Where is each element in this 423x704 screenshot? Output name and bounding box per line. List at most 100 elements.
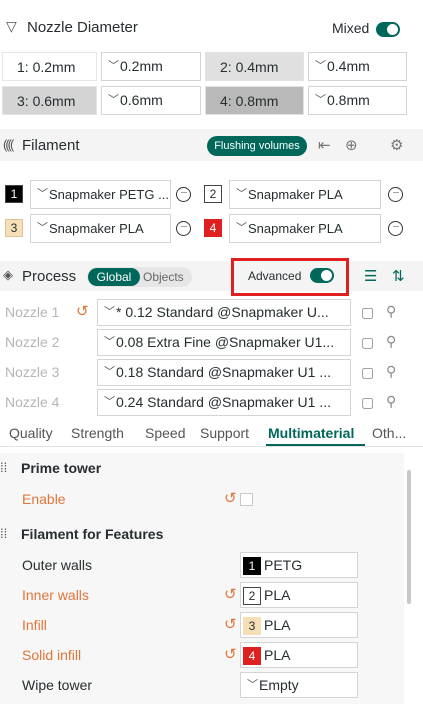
prime-tower-enable-label: Enable <box>22 491 66 507</box>
inner-walls-select[interactable]: 2 PLA <box>240 582 358 608</box>
chevron-down-icon: ﹀ <box>315 94 326 106</box>
inner-walls-label: Inner walls <box>22 587 89 603</box>
process-nozzle-4-label: Nozzle 4 <box>5 394 60 410</box>
prime-tower-title: Prime tower <box>21 460 102 476</box>
nozzle-1-select[interactable]: ﹀0.2mm <box>101 52 201 81</box>
search-icon[interactable]: ⚲ <box>386 363 396 380</box>
features-title: Filament for Features <box>21 526 164 542</box>
filament-1-select[interactable]: ﹀Snapmaker PETG ... <box>30 180 171 209</box>
filament-4-badge: 4 <box>204 219 222 237</box>
chevron-down-icon: ﹀ <box>108 60 119 72</box>
tab-others[interactable]: Oth... <box>372 425 406 441</box>
reset-icon[interactable]: ↺ <box>224 585 237 603</box>
add-filament-icon[interactable]: ⊕ <box>345 136 358 154</box>
mixed-toggle[interactable] <box>376 22 400 37</box>
flushing-volumes-button[interactable]: Flushing volumes <box>207 136 307 156</box>
nozzle-4-label: 4: 0.8mm <box>205 86 304 115</box>
filament-1-more-icon[interactable]: ··· <box>176 187 191 202</box>
objects-tab[interactable]: Objects <box>143 270 184 284</box>
chevron-down-icon: ﹀ <box>104 366 115 378</box>
chevron-down-icon: ﹀ <box>37 188 48 200</box>
process-nozzle-2-label: Nozzle 2 <box>5 334 60 350</box>
save-icon[interactable]: ▢ <box>361 394 374 411</box>
tab-quality[interactable]: Quality <box>9 425 53 441</box>
infill-select[interactable]: 3 PLA <box>240 612 358 638</box>
reset-icon[interactable]: ↺ <box>224 615 237 633</box>
save-icon[interactable]: ▢ <box>361 364 374 381</box>
filament-3-select[interactable]: ﹀Snapmaker PLA <box>30 214 171 243</box>
infill-badge: 3 <box>243 617 261 636</box>
global-tab[interactable]: Global <box>88 268 140 286</box>
search-icon[interactable]: ⚲ <box>386 303 396 320</box>
scrollbar[interactable] <box>407 470 411 604</box>
wipe-tower-select[interactable]: ﹀Empty <box>240 672 358 698</box>
reset-icon[interactable]: ↺ <box>224 645 237 663</box>
filament-title: Filament <box>22 137 80 154</box>
solid-infill-select[interactable]: 4 PLA <box>240 642 358 668</box>
reset-icon[interactable]: ↺ <box>224 489 237 507</box>
filament-1-badge: 1 <box>5 185 23 203</box>
outer-walls-badge: 1 <box>243 557 261 576</box>
filament-icon: (((( <box>3 137 14 152</box>
chevron-down-icon: ﹀ <box>104 306 115 318</box>
filament-2-badge: 2 <box>204 185 222 203</box>
nozzle-3-select[interactable]: ﹀0.6mm <box>101 86 201 115</box>
filament-settings-icon[interactable]: ⚙ <box>390 136 403 154</box>
process-nozzle-4-select[interactable]: ﹀0.24 Standard @Snapmaker U1 ... <box>97 389 351 416</box>
chevron-down-icon: ﹀ <box>108 94 119 106</box>
solid-infill-badge: 4 <box>243 647 261 666</box>
process-nozzle-3-label: Nozzle 3 <box>5 364 60 380</box>
save-icon[interactable]: ▢ <box>361 304 374 321</box>
tab-support[interactable]: Support <box>200 425 249 441</box>
nozzle-title: Nozzle Diameter <box>27 19 138 36</box>
chevron-down-icon: ﹀ <box>37 222 48 234</box>
compare-presets-icon[interactable]: ☰ <box>364 267 377 285</box>
reset-icon[interactable]: ↺ <box>76 302 89 320</box>
process-icon: ◈ <box>3 267 13 282</box>
process-title: Process <box>22 268 77 285</box>
tab-speed[interactable]: Speed <box>145 425 185 441</box>
tabs-divider <box>0 446 423 447</box>
filament-2-select[interactable]: ﹀Snapmaker PLA <box>229 180 381 209</box>
process-nozzle-1-select[interactable]: ﹀* 0.12 Standard @Snapmaker U... <box>97 299 351 326</box>
filament-sync-icon[interactable]: ⇤ <box>318 136 331 154</box>
inner-walls-badge: 2 <box>243 587 261 606</box>
nozzle-2-select[interactable]: ﹀0.4mm <box>308 52 407 81</box>
chevron-down-icon: ﹀ <box>236 188 247 200</box>
process-nozzle-2-select[interactable]: ﹀0.08 Extra Fine @Snapmaker U1... <box>97 329 351 356</box>
nozzle-1-label: 1: 0.2mm <box>2 52 97 81</box>
sync-presets-icon[interactable]: ⇅ <box>392 267 405 285</box>
save-icon[interactable]: ▢ <box>361 334 374 351</box>
tab-multimaterial[interactable]: Multimaterial <box>268 425 354 441</box>
filament-2-more-icon[interactable]: ··· <box>388 187 403 202</box>
infill-label: Infill <box>22 617 47 633</box>
outer-walls-label: Outer walls <box>22 557 93 573</box>
nozzle-3-label: 3: 0.6mm <box>2 86 97 115</box>
process-nozzle-3-select[interactable]: ﹀0.18 Standard @Snapmaker U1 ... <box>97 359 351 386</box>
wipe-tower-label: Wipe tower <box>22 677 93 693</box>
filament-4-select[interactable]: ﹀Snapmaker PLA <box>229 214 381 243</box>
chevron-down-icon: ﹀ <box>247 679 258 691</box>
search-icon[interactable]: ⚲ <box>386 393 396 410</box>
nozzle-4-select[interactable]: ﹀0.8mm <box>308 86 407 115</box>
advanced-label: Advanced <box>248 269 302 283</box>
nozzle-2-label: 2: 0.4mm <box>205 52 304 81</box>
chevron-down-icon: ﹀ <box>236 222 247 234</box>
search-icon[interactable]: ⚲ <box>386 333 396 350</box>
filament-4-more-icon[interactable]: ··· <box>388 221 403 236</box>
chevron-down-icon: ﹀ <box>104 396 115 408</box>
advanced-toggle[interactable] <box>310 268 334 283</box>
filament-3-more-icon[interactable]: ··· <box>176 221 191 236</box>
filament-3-badge: 3 <box>5 219 23 237</box>
tab-strength[interactable]: Strength <box>71 425 124 441</box>
chevron-down-icon: ﹀ <box>104 336 115 348</box>
nozzle-icon: ▽ <box>6 18 17 34</box>
process-nozzle-1-label: Nozzle 1 <box>5 304 60 320</box>
solid-infill-label: Solid infill <box>22 647 82 663</box>
mixed-label: Mixed <box>332 20 370 36</box>
chevron-down-icon: ﹀ <box>315 60 326 72</box>
prime-tower-enable-checkbox[interactable] <box>240 493 253 506</box>
outer-walls-select[interactable]: 1 PETG <box>240 552 358 578</box>
features-icon: ⁞⁞ <box>0 526 8 541</box>
prime-tower-icon: ⁞⁞ <box>0 460 8 475</box>
